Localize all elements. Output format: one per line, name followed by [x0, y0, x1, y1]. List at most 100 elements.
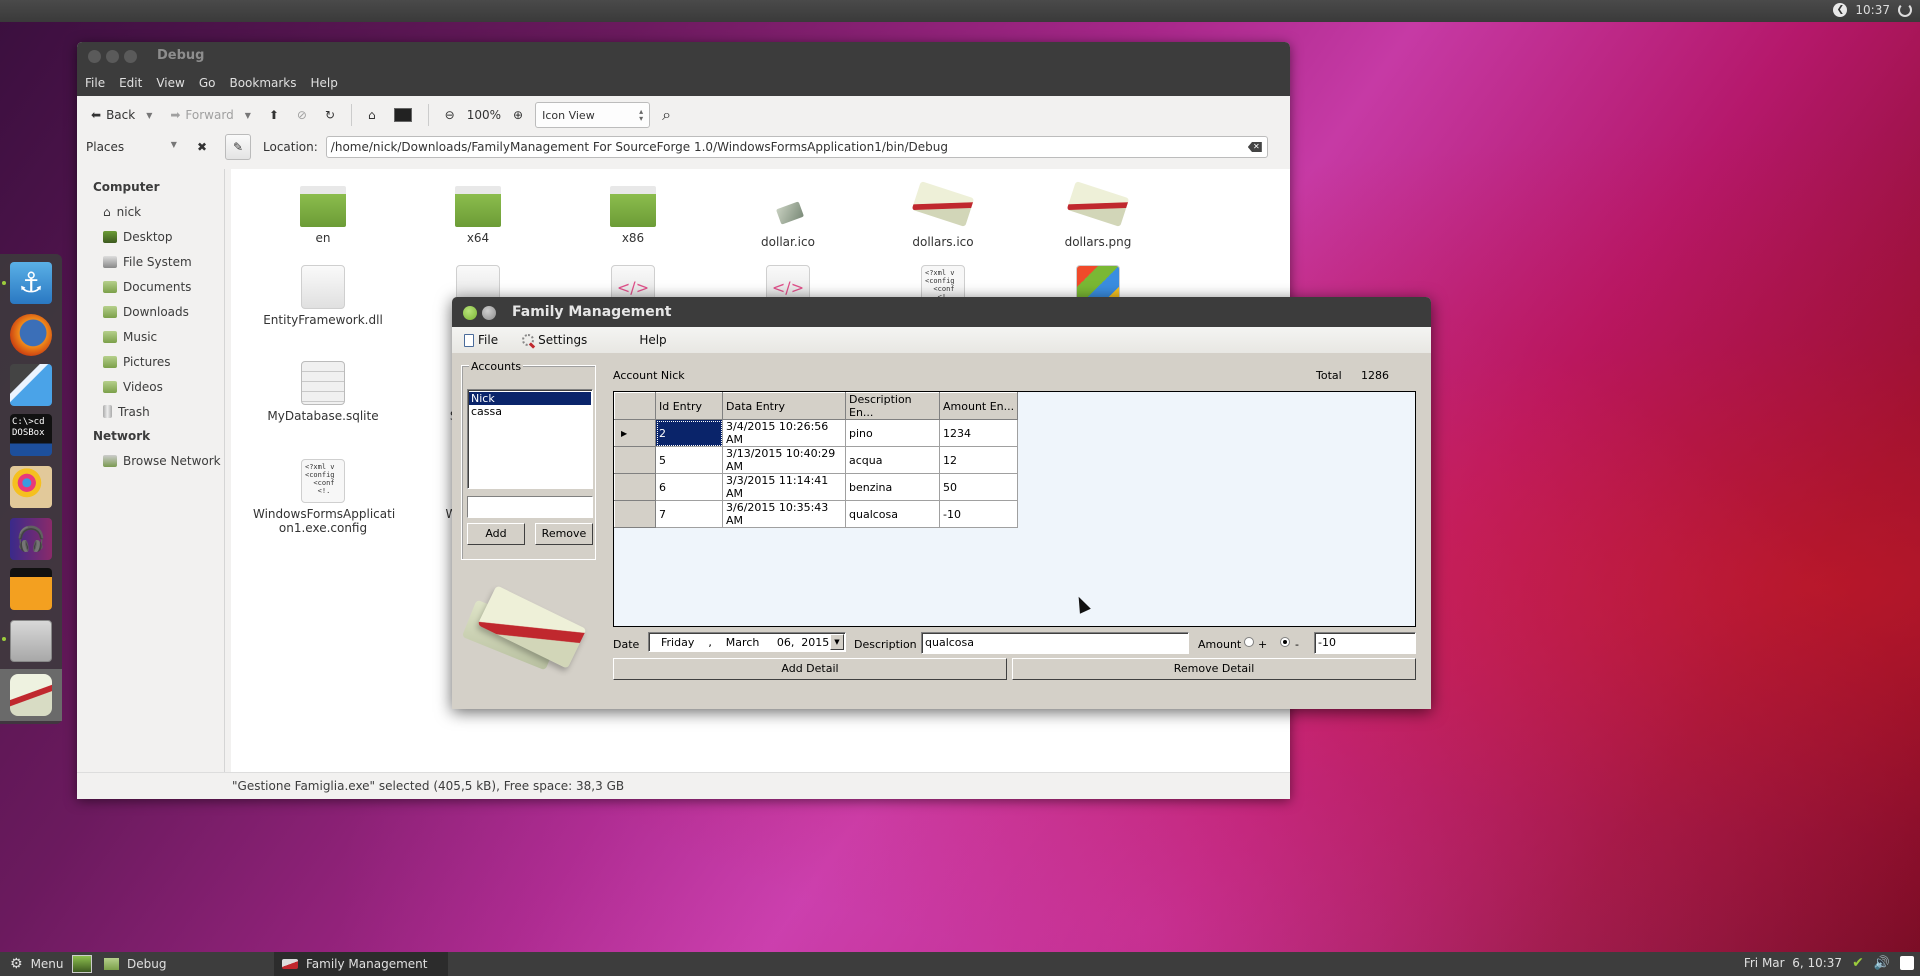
file-item-dollar-ico[interactable]: dollar.ico: [718, 191, 858, 249]
home-button[interactable]: ⌂: [362, 101, 382, 129]
table-row[interactable]: ▶ 2 3/4/2015 10:26:56 AM pino 1234: [614, 419, 1018, 447]
add-account-button[interactable]: Add: [467, 523, 525, 545]
computer-button[interactable]: [388, 101, 418, 129]
location-input[interactable]: /home/nick/Downloads/FamilyManagement Fo…: [325, 136, 1268, 158]
row-header[interactable]: [614, 473, 656, 501]
amount-plus-radio[interactable]: [1244, 637, 1254, 647]
cell-id[interactable]: 7: [655, 500, 723, 528]
cell-date[interactable]: 3/4/2015 10:26:56 AM: [722, 419, 846, 447]
cell-date[interactable]: 3/6/2015 10:35:43 AM: [722, 500, 846, 528]
menu-file[interactable]: File: [85, 76, 105, 90]
title-bar[interactable]: Debug: [77, 42, 1290, 70]
clear-icon[interactable]: ✕: [1247, 142, 1262, 152]
title-bar[interactable]: Family Management: [452, 297, 1431, 327]
sidebar-item-downloads[interactable]: Downloads: [77, 299, 224, 324]
menu-settings[interactable]: Settings: [522, 333, 587, 347]
chevron-down-icon[interactable]: ▼: [146, 111, 152, 120]
up-button[interactable]: ⬆: [263, 101, 285, 129]
table-row[interactable]: 5 3/13/2015 10:40:29 AM acqua 12: [614, 446, 1018, 474]
menu-go[interactable]: Go: [199, 76, 216, 90]
cell-description[interactable]: benzina: [845, 473, 940, 501]
menu-help[interactable]: Help: [639, 333, 666, 347]
new-account-input[interactable]: [467, 496, 593, 518]
maximize-button[interactable]: [124, 50, 137, 63]
task-debug[interactable]: Debug: [96, 952, 274, 976]
dock-firefox-icon[interactable]: [10, 314, 52, 356]
toggle-location-edit-button[interactable]: ✎: [225, 134, 251, 160]
current-row-indicator-icon[interactable]: ▶: [614, 419, 656, 447]
close-sidebar-icon[interactable]: ✖: [197, 140, 207, 154]
dock-headphones-icon[interactable]: 🎧: [10, 518, 52, 560]
menu-button[interactable]: ⚙ Menu: [2, 952, 100, 976]
zoom-in-button[interactable]: ⊕: [507, 101, 529, 129]
minimize-button[interactable]: [106, 50, 119, 63]
volume-icon[interactable]: 🔊: [1874, 956, 1890, 971]
dock-file-cabinet-icon[interactable]: [10, 620, 52, 662]
top-clock[interactable]: 10:37: [1855, 3, 1890, 17]
cell-amount[interactable]: -10: [939, 500, 1018, 528]
file-item-en[interactable]: en: [253, 186, 393, 245]
menu-edit[interactable]: Edit: [119, 76, 142, 90]
entries-grid[interactable]: Id Entry Data Entry Description En... Am…: [613, 391, 1416, 627]
chevron-down-icon[interactable]: ▼: [830, 634, 844, 650]
minimize-button[interactable]: [482, 306, 496, 320]
sidebar-item-nick[interactable]: ⌂ nick: [77, 199, 224, 224]
cell-id[interactable]: 2: [655, 419, 723, 447]
file-item-entityframework-dll[interactable]: EntityFramework.dll: [253, 265, 393, 327]
cell-amount[interactable]: 50: [939, 473, 1018, 501]
dock-dosbox-icon[interactable]: C:\>cd DOSBox: [10, 414, 52, 456]
description-input[interactable]: qualcosa: [921, 632, 1189, 654]
column-header-date[interactable]: Data Entry: [722, 392, 846, 420]
menu-help[interactable]: Help: [311, 76, 338, 90]
sidebar-item-documents[interactable]: Documents: [77, 274, 224, 299]
remove-account-button[interactable]: Remove: [535, 523, 593, 545]
column-header-amount[interactable]: Amount En...: [939, 392, 1018, 420]
forward-button[interactable]: ➡ Forward ▼: [164, 101, 256, 129]
back-button[interactable]: ⬅ Back ▼: [85, 101, 158, 129]
dock-anchor-icon[interactable]: ⚓: [10, 262, 52, 304]
amount-minus-radio[interactable]: [1280, 637, 1290, 647]
menu-view[interactable]: View: [156, 76, 184, 90]
sidebar-item-videos[interactable]: Videos: [77, 374, 224, 399]
cell-id[interactable]: 6: [655, 473, 723, 501]
file-item-dollars-png[interactable]: dollars.png: [1028, 179, 1168, 249]
dock-family-management-icon[interactable]: [10, 674, 52, 716]
cell-description[interactable]: qualcosa: [845, 500, 940, 528]
search-button[interactable]: ⌕: [656, 101, 677, 129]
menu-bookmarks[interactable]: Bookmarks: [229, 76, 296, 90]
add-detail-button[interactable]: Add Detail: [613, 658, 1007, 680]
sidebar-item-pictures[interactable]: Pictures: [77, 349, 224, 374]
stop-button[interactable]: ⊘: [291, 101, 313, 129]
chevron-down-icon[interactable]: ▼: [171, 140, 177, 154]
sidebar-item-browse-network[interactable]: Browse Network: [77, 448, 224, 473]
cell-description[interactable]: acqua: [845, 446, 940, 474]
zoom-out-button[interactable]: ⊖: [439, 101, 461, 129]
row-header[interactable]: [614, 446, 656, 474]
view-mode-select[interactable]: Icon View ▴ ▾: [535, 102, 651, 128]
show-desktop-icon[interactable]: [71, 955, 92, 973]
task-family-management[interactable]: Family Management: [274, 952, 448, 976]
date-picker[interactable]: Friday , March 06, 2015 ▼: [648, 632, 846, 652]
accounts-list[interactable]: Nick cassa: [467, 389, 593, 489]
file-item-x64[interactable]: x64: [408, 186, 548, 245]
cell-date[interactable]: 3/13/2015 10:40:29 AM: [722, 446, 846, 474]
chevron-down-icon[interactable]: ▼: [245, 111, 251, 120]
sidebar-item-trash[interactable]: Trash: [77, 399, 224, 424]
file-item-dollars-ico[interactable]: dollars.ico: [873, 179, 1013, 249]
cell-amount[interactable]: 12: [939, 446, 1018, 474]
dock-paint-icon[interactable]: [10, 466, 52, 508]
shield-check-icon[interactable]: ✔: [1852, 955, 1864, 971]
sidebar-item-file-system[interactable]: File System: [77, 249, 224, 274]
table-row[interactable]: 7 3/6/2015 10:35:43 AM qualcosa -10: [614, 500, 1018, 528]
cell-date[interactable]: 3/3/2015 11:14:41 AM: [722, 473, 846, 501]
dock-video-icon[interactable]: [10, 568, 52, 610]
account-item-nick[interactable]: Nick: [469, 392, 591, 405]
sidebar-item-desktop[interactable]: Desktop: [77, 224, 224, 249]
remove-detail-button[interactable]: Remove Detail: [1012, 658, 1416, 680]
table-row[interactable]: 6 3/3/2015 11:14:41 AM benzina 50: [614, 473, 1018, 501]
network-icon[interactable]: [1900, 956, 1914, 970]
reload-button[interactable]: ↻: [319, 101, 341, 129]
file-item-mydatabase-sqlite[interactable]: MyDatabase.sqlite: [253, 361, 393, 423]
file-item-app-config[interactable]: <?xml v <config <conf <!. WindowsFormsApp…: [253, 459, 395, 535]
power-icon[interactable]: [1898, 3, 1912, 17]
